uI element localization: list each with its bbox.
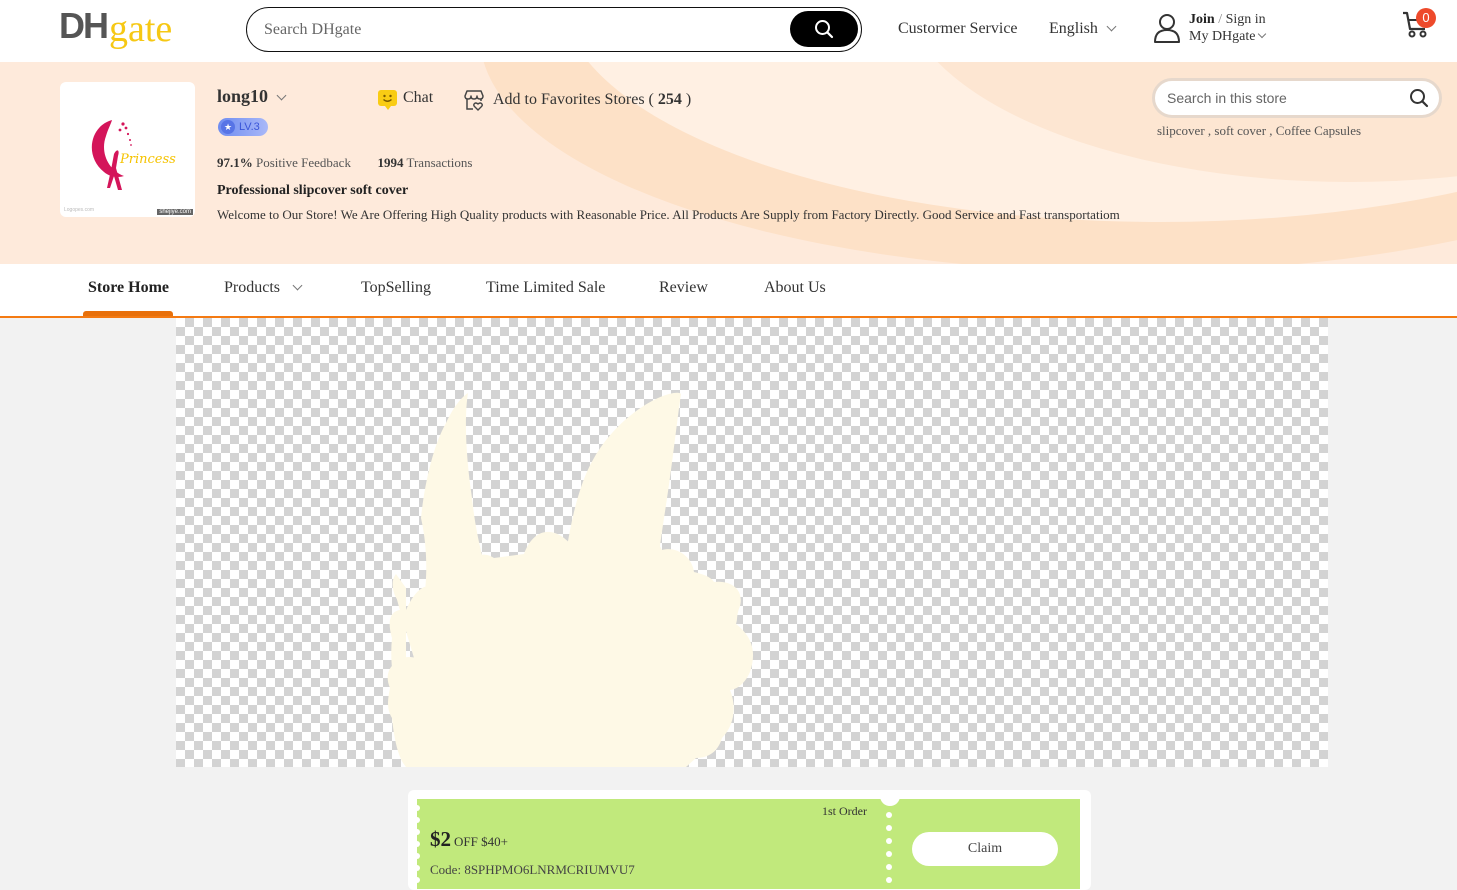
chevron-down-icon [292,280,303,291]
logo-watermark: shejiye.com [157,209,193,215]
coupon-amount: $2 [430,827,451,851]
banner-plant-silhouette [387,392,754,767]
coupon-perforation-dot [886,812,892,818]
coupon-edge-notch [414,865,420,871]
coupon-edge-notch [414,853,420,859]
coupon-perforation-dot [886,851,892,857]
coupon-edge-notch [414,805,420,811]
logo-gate: gate [109,8,173,50]
store-name: long10 [217,86,269,106]
nav-top-selling[interactable]: TopSelling [361,279,431,297]
princess-logo-image: Princess [91,120,176,190]
user-icon[interactable] [1153,13,1181,43]
logo-watermark: Logopes.com [64,207,95,213]
store-stats: 97.1% Positive Feedback 1994 Transaction… [217,155,472,171]
active-tab-indicator [83,311,173,316]
search-icon[interactable] [1409,88,1429,108]
nav-time-limited-sale[interactable]: Time Limited Sale [486,279,605,297]
main-search-bar [246,7,862,52]
transactions-value: 1994 [377,155,404,170]
nav-review[interactable]: Review [659,279,708,297]
hot-search-words: slipcover , soft cover , Coffee Capsules [1157,123,1361,139]
main-search-button[interactable] [790,11,858,47]
main-search-input[interactable] [264,18,764,42]
coupon-perforation-notch [880,790,900,806]
coupon-edge-notch [414,877,420,883]
store-nav: Store Home Products TopSelling Time Limi… [0,264,1457,318]
store-header: Princess Logopes.com shejiye.com long10 … [0,62,1457,264]
store-search-bar [1152,78,1442,118]
chevron-down-icon [1106,21,1117,32]
top-header: DH gate Custormer Service English Join /… [0,0,1457,62]
store-welcome-message: Welcome to Our Store! We Are Offering Hi… [217,207,1120,222]
logo-dh: DH [59,5,109,46]
store-level-badge: ★ LV.3 [218,118,268,136]
chat-button[interactable]: Chat [378,89,434,110]
hot-word-link[interactable]: Coffee Capsules [1276,123,1361,138]
favorites-count: 254 [657,91,682,108]
coupon-perforation-dot [886,877,892,883]
cart-count-badge: 0 [1416,8,1436,28]
customer-service-link[interactable]: Custormer Service [898,20,1018,38]
nav-about-us[interactable]: About Us [764,279,826,297]
favorites-close: ) [685,91,692,108]
coupon-edge-notch [414,829,420,835]
coupon-card: 1st Order $2 OFF $40+ Code: 8SPHPMO6LNRMC… [408,790,1091,890]
language-selector[interactable]: English [1049,20,1117,38]
coupon-tag: 1st Order [822,804,867,818]
chat-icon [378,90,397,110]
account-separator: / [1218,12,1223,27]
store-logo[interactable]: Princess Logopes.com shejiye.com [60,82,195,217]
nav-products[interactable]: Products [224,279,303,297]
star-icon: ★ [221,120,235,134]
positive-feedback-label: Positive Feedback [256,155,351,170]
store-name-dropdown[interactable]: long10 [217,86,287,107]
coupon-code: Code: 8SPHPMO6LNRMCRIUMVU7 [430,862,635,878]
coupon-discount: $2 OFF $40+ [430,827,508,852]
hot-word-link[interactable]: slipcover [1157,123,1205,138]
claim-coupon-button[interactable]: Claim [912,832,1058,866]
my-dhgate-dropdown[interactable]: My DHgate [1189,28,1266,45]
hot-word-separator: , [1204,123,1215,138]
my-dhgate-label: My DHgate [1189,29,1256,44]
coupon-edge-notch [414,841,420,847]
coupon-perforation-dot [886,825,892,831]
chat-label: Chat [403,89,434,106]
sign-in-link[interactable]: Sign in [1226,12,1266,27]
add-to-favorites-button[interactable]: Add to Favorites Stores ( 254 ) [463,89,691,111]
hot-word-separator: , [1266,123,1276,138]
transactions-label: Transactions [406,155,473,170]
positive-feedback-value: 97.1% [217,155,253,170]
coupon: 1st Order $2 OFF $40+ Code: 8SPHPMO6LNRMC… [414,790,1080,889]
store-search-input[interactable] [1167,88,1397,108]
hot-word-link[interactable]: soft cover [1214,123,1266,138]
store-slogan: Professional slipcover soft cover [217,183,409,198]
favorites-label: Add to Favorites Stores ( [493,91,654,108]
coupon-perforation-dot [886,864,892,870]
store-level: LV.3 [239,121,260,133]
nav-products-label: Products [224,279,280,296]
dhgate-logo[interactable]: DH gate [59,4,172,54]
account-menu: Join / Sign in My DHgate [1189,11,1266,45]
store-banner[interactable] [176,318,1328,767]
logo-text: Princess [119,152,176,167]
coupon-condition: OFF $40+ [454,834,508,849]
language-label: English [1049,20,1098,37]
coupon-edge-notch [414,817,420,823]
search-icon [815,20,834,39]
chevron-down-icon [276,90,287,101]
store-favorite-icon [464,90,484,111]
chevron-down-icon [1257,29,1266,39]
join-link[interactable]: Join [1189,12,1215,27]
nav-store-home[interactable]: Store Home [88,279,169,297]
coupon-perforation-dot [886,838,892,844]
